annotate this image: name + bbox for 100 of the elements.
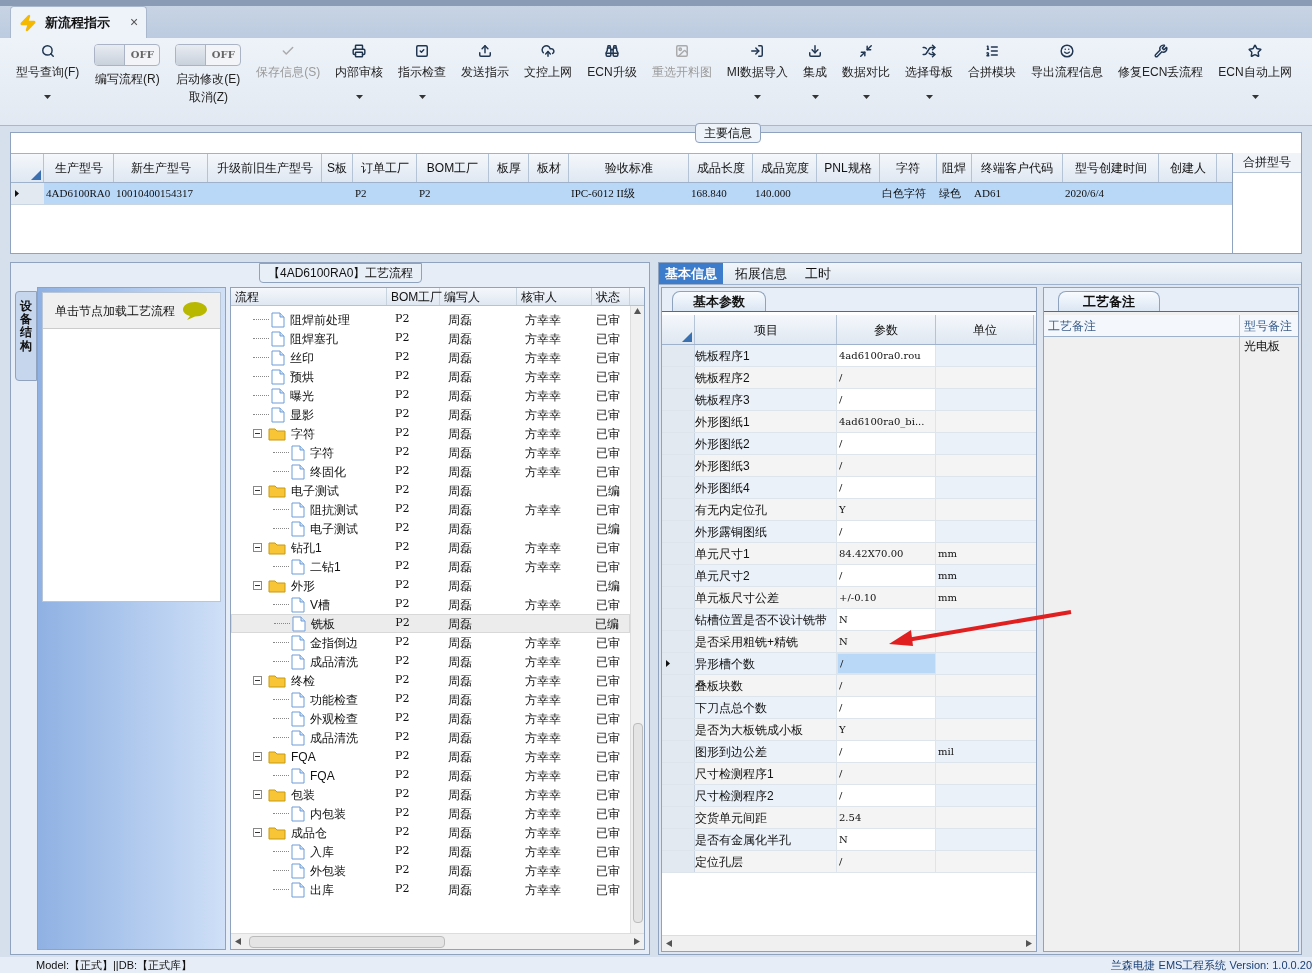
scrollbar[interactable]: [662, 935, 1036, 951]
tree-row[interactable]: FQA P2 周磊 方幸幸 已审: [231, 766, 630, 785]
tree-row[interactable]: 阻抗测试 P2 周磊 方幸幸 已审: [231, 500, 630, 519]
tree-row[interactable]: 字符 P2 周磊 方幸幸 已审: [231, 443, 630, 462]
table-cell[interactable]: /: [837, 433, 936, 454]
tree-row[interactable]: FQA P2 周磊 方幸幸 已审: [231, 747, 630, 766]
tree-row[interactable]: 电子测试 P2 周磊 已编: [231, 481, 630, 500]
table-cell[interactable]: /: [837, 653, 936, 674]
scroll-right-icon[interactable]: [1026, 940, 1032, 947]
collapse-icon[interactable]: [253, 752, 262, 761]
column-header[interactable]: 订单工厂: [353, 154, 417, 182]
tree-row[interactable]: 外形 P2 周磊 已编: [231, 576, 630, 595]
tab[interactable]: 拓展信息: [729, 263, 793, 284]
table-cell[interactable]: /: [837, 741, 936, 762]
scroll-left-icon[interactable]: [235, 938, 241, 945]
scrollbar[interactable]: [630, 306, 644, 933]
table-cell[interactable]: /: [837, 477, 936, 498]
tree-row[interactable]: 成品仓 P2 周磊 方幸幸 已审: [231, 823, 630, 842]
toolbar-button[interactable]: 集成: [799, 40, 831, 114]
tree-row[interactable]: 电子测试 P2 周磊 已编: [231, 519, 630, 538]
column-header[interactable]: 单位: [936, 315, 1034, 344]
scrollbar-thumb[interactable]: [249, 935, 445, 948]
toolbar-button[interactable]: 指示检查: [394, 40, 451, 114]
table-cell[interactable]: Y: [837, 719, 936, 740]
tree-row[interactable]: 阻焊塞孔 P2 周磊 方幸幸 已审: [231, 329, 630, 348]
column-header[interactable]: 状态: [592, 288, 630, 305]
tree-row[interactable]: V槽 P2 周磊 方幸幸 已审: [231, 595, 630, 614]
table-cell[interactable]: /: [837, 565, 936, 586]
tree-row[interactable]: 阻焊前处理 P2 周磊 方幸幸 已审: [231, 310, 630, 329]
tree-row[interactable]: 外观检查 P2 周磊 方幸幸 已审: [231, 709, 630, 728]
collapse-icon[interactable]: [253, 828, 262, 837]
table-cell[interactable]: Y: [837, 499, 936, 520]
table-cell[interactable]: 4ad6100ra0_bi...: [837, 411, 936, 432]
column-header[interactable]: S板: [322, 154, 353, 182]
column-header[interactable]: 升级前旧生产型号: [208, 154, 322, 182]
toolbar-button[interactable]: MI数据导入: [722, 40, 792, 114]
collapse-icon[interactable]: [253, 486, 262, 495]
table-cell[interactable]: 2.54: [837, 807, 936, 828]
column-header[interactable]: 项目: [695, 315, 837, 344]
column-header[interactable]: 工艺备注: [1044, 315, 1240, 336]
panel-tab[interactable]: 工艺备注: [1058, 291, 1160, 311]
column-header[interactable]: BOM工厂: [387, 288, 440, 305]
tree-row[interactable]: 入库 P2 周磊 方幸幸 已审: [231, 842, 630, 861]
scrollbar-thumb[interactable]: [632, 723, 643, 923]
column-header[interactable]: 阻焊: [937, 154, 972, 182]
tree-row[interactable]: 成品清洗 P2 周磊 方幸幸 已审: [231, 728, 630, 747]
table-cell[interactable]: N: [837, 609, 936, 630]
column-header[interactable]: 字符: [880, 154, 937, 182]
tree-row[interactable]: 成品清洗 P2 周磊 方幸幸 已审: [231, 652, 630, 671]
column-header[interactable]: 板材: [529, 154, 569, 182]
document-tab[interactable]: 新流程指示: [45, 12, 110, 33]
collapse-icon[interactable]: [253, 543, 262, 552]
column-header[interactable]: 成品宽度: [753, 154, 817, 182]
tree-row[interactable]: 铣板 P2 周磊 已编: [231, 614, 630, 633]
toolbar-button[interactable]: ECN自动上网: [1214, 40, 1296, 114]
toolbar-button[interactable]: 选择母板: [901, 40, 957, 114]
tree-row[interactable]: 显影 P2 周磊 方幸幸 已审: [231, 405, 630, 424]
close-icon[interactable]: ×: [130, 12, 139, 33]
scrollbar[interactable]: [231, 933, 644, 949]
column-header[interactable]: 终端客户代码: [972, 154, 1063, 182]
tree-row[interactable]: 内包装 P2 周磊 方幸幸 已审: [231, 804, 630, 823]
toolbar-button[interactable]: 发送指示: [457, 40, 514, 114]
toolbar-button[interactable]: 合拼模块: [964, 40, 1020, 114]
toolbar-button[interactable]: 导出流程信息: [1027, 40, 1107, 114]
toolbar-button[interactable]: ECN升级: [583, 40, 641, 114]
column-header[interactable]: 生产型号: [44, 154, 114, 182]
column-header[interactable]: 成品长度: [689, 154, 753, 182]
toolbar-button[interactable]: 数据对比: [838, 40, 894, 114]
row-header[interactable]: [662, 653, 695, 674]
column-header[interactable]: 合拼型号: [1233, 153, 1301, 173]
tree-row[interactable]: 曝光 P2 周磊 方幸幸 已审: [231, 386, 630, 405]
table-cell[interactable]: /: [837, 675, 936, 696]
column-header[interactable]: BOM工厂: [417, 154, 489, 182]
column-header[interactable]: 创建人: [1159, 154, 1217, 182]
tree-row[interactable]: 功能检查 P2 周磊 方幸幸 已审: [231, 690, 630, 709]
column-header[interactable]: 流程: [231, 288, 387, 305]
column-header[interactable]: 新生产型号: [114, 154, 208, 182]
tree-row[interactable]: 钻孔1 P2 周磊 方幸幸 已审: [231, 538, 630, 557]
column-header[interactable]: 验收标准: [569, 154, 689, 182]
scroll-right-icon[interactable]: [634, 938, 640, 945]
table-cell[interactable]: /: [837, 367, 936, 388]
tree-row[interactable]: 预烘 P2 周磊 方幸幸 已审: [231, 367, 630, 386]
tab[interactable]: 基本信息: [659, 263, 723, 284]
column-header[interactable]: 核审人: [517, 288, 592, 305]
table-cell[interactable]: /: [837, 455, 936, 476]
collapse-icon[interactable]: [253, 790, 262, 799]
toggle-switch[interactable]: OFF: [175, 44, 242, 66]
toolbar-button[interactable]: 文控上网: [520, 40, 577, 114]
toolbar-button[interactable]: 内部审核: [331, 40, 388, 114]
table-cell[interactable]: 84.42X70.00: [837, 543, 936, 564]
scroll-left-icon[interactable]: [666, 940, 672, 947]
tree-row[interactable]: 金指倒边 P2 周磊 方幸幸 已审: [231, 633, 630, 652]
tree-row[interactable]: 终检 P2 周磊 方幸幸 已审: [231, 671, 630, 690]
table-cell[interactable]: /: [837, 763, 936, 784]
table-cell[interactable]: /: [837, 785, 936, 806]
toolbar-button[interactable]: 型号查询(F): [12, 40, 84, 114]
tree-row[interactable]: 外包装 P2 周磊 方幸幸 已审: [231, 861, 630, 880]
tree-row[interactable]: 丝印 P2 周磊 方幸幸 已审: [231, 348, 630, 367]
tree-row[interactable]: 出库 P2 周磊 方幸幸 已审: [231, 880, 630, 899]
column-header[interactable]: 型号创建时间: [1063, 154, 1159, 182]
